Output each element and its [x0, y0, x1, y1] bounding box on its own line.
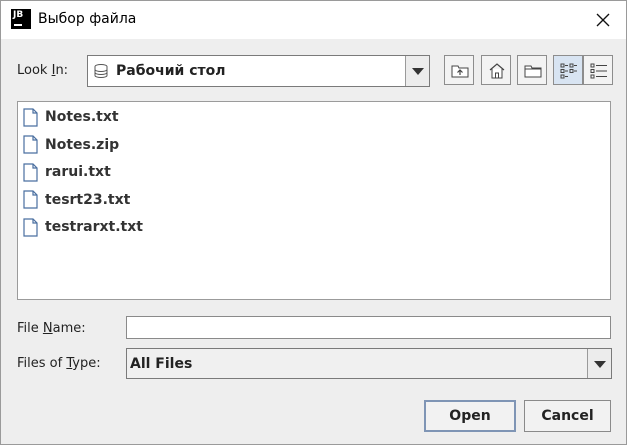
- list-view-button[interactable]: [553, 55, 583, 85]
- file-name-text: tesrt23.txt: [45, 191, 131, 208]
- file-icon: [23, 190, 38, 209]
- jetbrains-logo-icon: JB: [11, 9, 31, 29]
- file-icon: [23, 135, 38, 154]
- up-one-level-button[interactable]: [444, 55, 474, 85]
- look-in-dropdown-arrow[interactable]: [405, 56, 429, 86]
- new-folder-icon: [524, 65, 542, 78]
- folder-up-icon: [451, 65, 469, 78]
- chevron-down-icon: [594, 360, 606, 368]
- close-icon: [596, 13, 610, 27]
- list-item[interactable]: Notes.zip: [20, 133, 119, 157]
- drive-icon: [94, 64, 108, 78]
- file-icon: [23, 162, 38, 182]
- list-item[interactable]: tesrt23.txt: [20, 188, 130, 212]
- file-name-label: File Name:: [17, 321, 86, 336]
- home-button[interactable]: [481, 55, 511, 85]
- new-folder-button[interactable]: [517, 55, 547, 85]
- look-in-label: Look In:: [17, 63, 69, 78]
- look-in-value: Рабочий стол: [116, 63, 226, 79]
- file-type-value: All Files: [130, 356, 193, 372]
- details-view-icon: [590, 63, 607, 79]
- list-item[interactable]: testrarxt.txt: [20, 215, 143, 239]
- file-name-text: Notes.txt: [45, 109, 119, 125]
- file-chooser-dialog: JB Выбор файла Look In: Рабочий стол Not…: [0, 0, 627, 445]
- file-type-dropdown-arrow[interactable]: [587, 349, 611, 378]
- cancel-button[interactable]: Cancel: [524, 400, 611, 432]
- file-name-text: testrarxt.txt: [45, 219, 143, 235]
- file-name-input[interactable]: [126, 316, 611, 339]
- file-name-text: Notes.zip: [45, 136, 120, 153]
- home-icon: [489, 63, 505, 79]
- file-type-dropdown[interactable]: All Files: [126, 348, 612, 379]
- window-title: Выбор файла: [38, 11, 137, 27]
- file-name-text: rarui.txt: [45, 164, 111, 180]
- title-bar: JB Выбор файла: [1, 1, 626, 39]
- list-item[interactable]: Notes.txt: [20, 105, 119, 129]
- file-icon: [23, 217, 38, 237]
- look-in-dropdown[interactable]: Рабочий стол: [87, 55, 430, 87]
- details-view-button[interactable]: [583, 55, 613, 85]
- file-list[interactable]: Notes.txt Notes.zip rarui.txt tesrt23.txt te…: [17, 101, 611, 300]
- close-button[interactable]: [580, 1, 626, 39]
- list-item[interactable]: rarui.txt: [20, 160, 111, 184]
- file-icon: [23, 107, 38, 127]
- file-type-label: Files of Type:: [17, 356, 101, 371]
- open-button[interactable]: Open: [424, 400, 516, 432]
- chevron-down-icon: [412, 68, 424, 75]
- list-view-icon: [560, 63, 577, 79]
